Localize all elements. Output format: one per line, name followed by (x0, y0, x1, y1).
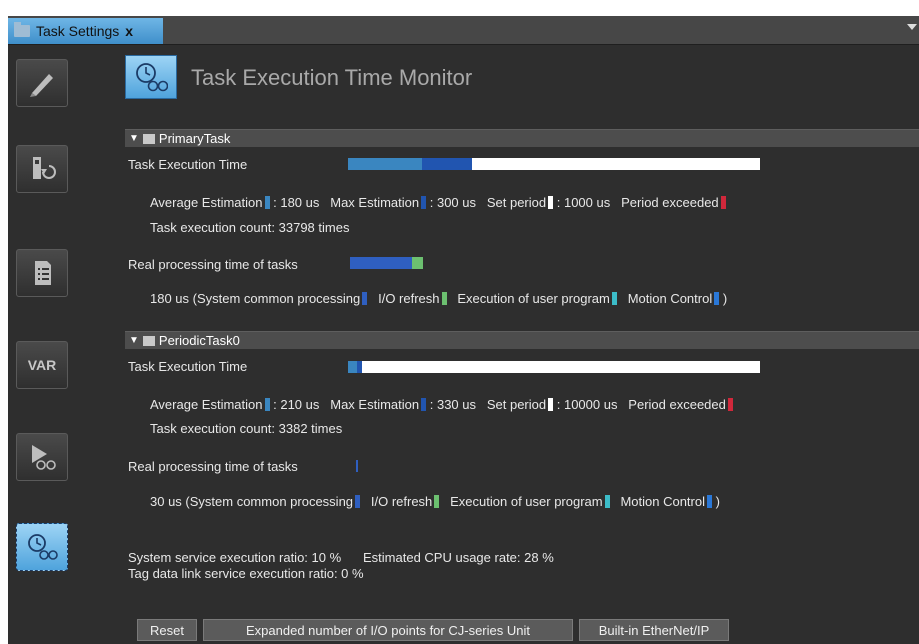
real-processing-label: Real processing time of tasks (128, 257, 298, 272)
collapse-triangle-icon[interactable]: ▼ (129, 133, 139, 144)
avg-swatch (264, 398, 270, 411)
tag-data-link-ratio: Tag data link service execution ratio: 0… (128, 566, 364, 581)
system-swatch (355, 495, 361, 508)
io-swatch (434, 495, 440, 508)
section-periodic-task[interactable]: ▼ PeriodicTask0 (125, 331, 919, 349)
max-swatch (421, 196, 427, 209)
avg-label: Average Estimation (150, 397, 263, 412)
system-service-ratio: System service execution ratio: 10 % (128, 550, 342, 565)
collapse-triangle-icon[interactable]: ▼ (129, 335, 139, 346)
motion-label: Motion Control (627, 291, 713, 306)
folder-clock-icon (142, 335, 155, 346)
period-swatch (548, 196, 554, 209)
avg-swatch (264, 196, 270, 209)
io-label: I/O refresh (378, 291, 440, 306)
period-label: Set period (486, 195, 547, 210)
max-value: : 330 us (429, 397, 476, 412)
motion-label: Motion Control (620, 494, 705, 509)
tab-task-settings[interactable]: Task Settings x (8, 18, 163, 44)
clock-glasses-icon (125, 55, 177, 99)
avg-label: Average Estimation (150, 195, 263, 210)
document-list-icon (35, 261, 51, 285)
system-processing-bar (350, 257, 412, 269)
section-title: PeriodicTask0 (158, 333, 240, 348)
user-label: Execution of user program (457, 291, 610, 306)
close-paren: ) (722, 291, 728, 306)
io-swatch (441, 292, 447, 305)
user-swatch (611, 292, 617, 305)
rail-transfer-button[interactable] (16, 145, 68, 193)
avg-value: : 210 us (273, 397, 320, 412)
period-bar (348, 361, 760, 373)
close-paren: ) (715, 494, 720, 509)
user-swatch (604, 495, 610, 508)
period-label: Set period (486, 397, 547, 412)
folder-icon (142, 133, 155, 144)
breakdown-prefix: 180 us (System common processing (150, 291, 361, 306)
execution-count: Task execution count: 3382 times (150, 421, 343, 436)
exceeded-swatch (720, 196, 726, 209)
reset-button[interactable]: Reset (137, 619, 197, 641)
play-glasses-icon (32, 445, 56, 470)
cpu-usage-rate: Estimated CPU usage rate: 28 % (363, 550, 554, 565)
exceeded-swatch (727, 398, 733, 411)
processing-breakdown: 30 us (System common processing I/O refr… (150, 494, 720, 509)
max-label: Max Estimation (330, 397, 420, 412)
real-processing-label: Real processing time of tasks (128, 459, 298, 474)
exceeded-label: Period exceeded (621, 195, 719, 210)
left-rail: VAR (8, 45, 105, 644)
period-value: : 1000 us (556, 195, 611, 210)
execution-count: Task execution count: 33798 times (150, 220, 350, 235)
system-swatch (362, 292, 368, 305)
estimation-legend: Average Estimation : 180 us Max Estimati… (150, 195, 726, 210)
tab-label: Task Settings (36, 23, 120, 39)
rail-monitor-button[interactable] (16, 433, 68, 481)
motion-swatch (714, 292, 720, 305)
controller-reset-icon (33, 157, 56, 179)
exceeded-label: Period exceeded (628, 397, 726, 412)
tab-bar: Task Settings x (8, 16, 919, 45)
tab-menu-icon[interactable] (907, 24, 917, 30)
task-settings-window: Task Settings x VAR Task Execution Time … (8, 16, 919, 644)
section-primary-task[interactable]: ▼ PrimaryTask (125, 129, 919, 147)
section-title: PrimaryTask (158, 131, 231, 146)
pencil-icon (30, 74, 53, 97)
close-icon[interactable]: x (125, 23, 133, 39)
rail-list-button[interactable] (16, 249, 68, 297)
clock-glasses-icon (28, 534, 58, 560)
processing-breakdown: 180 us (System common processing I/O ref… (150, 291, 727, 306)
rail-execution-time-button[interactable] (16, 523, 68, 571)
folder-icon (14, 22, 30, 37)
average-estimation-bar (348, 158, 423, 170)
rail-variables-button[interactable]: VAR (16, 341, 68, 389)
period-swatch (548, 398, 554, 411)
motion-swatch (707, 495, 712, 508)
page-title: Task Execution Time Monitor (191, 65, 473, 90)
io-refresh-bar (412, 257, 423, 269)
avg-value: : 180 us (273, 195, 320, 210)
expanded-io-points-button[interactable]: Expanded number of I/O points for CJ-ser… (203, 619, 573, 641)
max-swatch (421, 398, 427, 411)
average-estimation-bar (348, 361, 357, 373)
max-label: Max Estimation (330, 195, 420, 210)
io-label: I/O refresh (370, 494, 433, 509)
period-value: : 10000 us (556, 397, 618, 412)
exec-time-label: Task Execution Time (128, 157, 248, 172)
system-processing-bar (356, 460, 358, 472)
var-icon: VAR (27, 357, 57, 373)
exec-time-label: Task Execution Time (128, 359, 248, 374)
estimation-legend: Average Estimation : 210 us Max Estimati… (150, 397, 733, 412)
rail-edit-button[interactable] (16, 59, 68, 107)
breakdown-prefix: 30 us (System common processing (150, 494, 354, 509)
ethernet-ip-button[interactable]: Built-in EtherNet/IP (579, 619, 729, 641)
user-label: Execution of user program (450, 494, 603, 509)
max-value: : 300 us (429, 195, 476, 210)
main-panel: Task Execution Time Monitor ▼ PrimaryTas… (105, 45, 919, 644)
